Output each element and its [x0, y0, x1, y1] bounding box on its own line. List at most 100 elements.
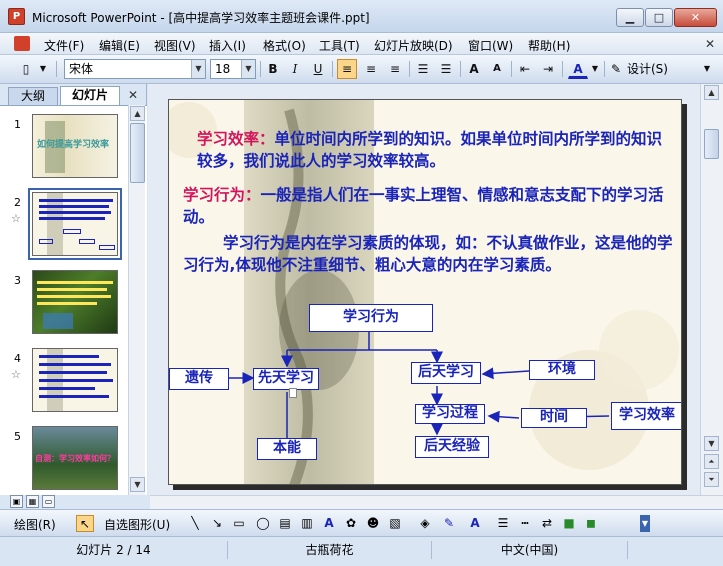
toolbar-options-icon[interactable]: ▼ — [36, 59, 50, 79]
scroll-thumb[interactable] — [704, 129, 719, 159]
chevron-down-icon[interactable]: ▼ — [589, 59, 601, 79]
normal-view-icon[interactable]: ▣ — [10, 495, 23, 508]
3d-icon[interactable]: ◼ — [582, 515, 600, 532]
slide-thumbnail[interactable] — [28, 188, 122, 260]
toolbar-options-icon[interactable]: ▼ — [700, 59, 714, 79]
diagram-box-process[interactable]: 学习过程 — [415, 404, 485, 424]
diagram-icon[interactable]: ✿ — [342, 515, 360, 532]
bold-icon[interactable]: B — [263, 59, 283, 79]
font-size-select[interactable]: 18 ▼ — [210, 59, 256, 79]
tab-slides[interactable]: 幻灯片 — [60, 86, 120, 105]
grow-font-icon[interactable]: A — [464, 59, 484, 79]
dash-style-icon[interactable]: ┅ — [516, 515, 534, 532]
scroll-up-icon[interactable]: ▲ — [704, 85, 719, 100]
shrink-font-icon[interactable]: A — [487, 59, 507, 79]
slide-thumbnail[interactable]: 自测：学习效率如何？ — [32, 426, 118, 490]
separator — [511, 61, 512, 77]
arrow-icon[interactable]: ↘ — [208, 515, 226, 532]
diagram-box-innate[interactable]: 先天学习 — [253, 368, 319, 390]
design-template-name: 古瓶荷花 — [228, 541, 432, 559]
diagram-box-behavior[interactable]: 学习行为 — [309, 304, 433, 332]
document-icon[interactable] — [14, 36, 30, 51]
clipart-icon[interactable]: ☻ — [364, 515, 382, 532]
minimize-button[interactable]: ▁ — [616, 8, 644, 27]
oval-icon[interactable]: ◯ — [254, 515, 272, 532]
menu-help[interactable]: 帮助(H) — [528, 37, 570, 54]
shadow-icon[interactable]: ■ — [560, 515, 578, 532]
fill-color-icon[interactable]: ◈ — [416, 515, 434, 532]
tab-outline[interactable]: 大纲 — [8, 87, 58, 105]
diagram-box-efficiency[interactable]: 学习效率 — [611, 402, 681, 430]
font-name-select[interactable]: 宋体 ▼ — [64, 59, 206, 79]
toolbar-options-icon[interactable]: ▼ — [640, 515, 650, 532]
slide-thumbnail[interactable] — [32, 270, 118, 334]
textbox-icon[interactable]: ▤ — [276, 515, 294, 532]
scroll-up-icon[interactable]: ▲ — [130, 106, 145, 121]
diagram-box-acquired[interactable]: 后天学习 — [411, 362, 481, 384]
menu-format[interactable]: 格式(O) — [263, 37, 306, 54]
diagram-box-experience[interactable]: 后天经验 — [415, 436, 489, 458]
diagram-box-instinct[interactable]: 本能 — [257, 438, 317, 460]
menu-file[interactable]: 文件(F) — [44, 37, 84, 54]
resize-handle[interactable] — [289, 388, 297, 398]
powerpoint-icon[interactable]: P — [8, 8, 25, 25]
chevron-down-icon[interactable]: ▼ — [191, 60, 205, 78]
chevron-down-icon[interactable]: ▼ — [241, 60, 255, 78]
menu-slideshow[interactable]: 幻灯片放映(D) — [374, 37, 453, 54]
thumbnail-scrollbar[interactable]: ▲ ▼ — [128, 105, 145, 495]
menu-edit[interactable]: 编辑(E) — [99, 37, 140, 54]
design-button[interactable]: ✎ 设计(S) — [609, 59, 668, 79]
align-right-icon[interactable]: ≡ — [385, 59, 405, 79]
menu-insert[interactable]: 插入(I) — [209, 37, 246, 54]
vertical-textbox-icon[interactable]: ▥ — [298, 515, 316, 532]
scroll-down-icon[interactable]: ▼ — [704, 436, 719, 451]
draw-menu-button[interactable]: 绘图(R) — [14, 516, 56, 533]
align-center-icon[interactable]: ≡ — [361, 59, 381, 79]
diagram-box-environment[interactable]: 环境 — [529, 360, 595, 380]
close-button[interactable]: ✕ — [674, 8, 717, 27]
thumbnail-box — [63, 229, 81, 234]
doc-close-icon[interactable]: ✕ — [705, 37, 715, 51]
autoshape-menu-button[interactable]: 自选图形(U) — [104, 516, 170, 533]
line-color-icon[interactable]: ✎ — [440, 515, 458, 532]
font-size-value: 18 — [215, 62, 231, 76]
wordart-icon[interactable]: A — [320, 515, 338, 532]
italic-icon[interactable]: I — [285, 59, 305, 79]
slide-scrollbar[interactable]: ▲ ▼ ⏶ ⏷ — [700, 84, 723, 495]
slide-canvas[interactable]: 学习效率：单位时间内所学到的知识。如果单位时间内所学到的知识较多，我们说此人的学… — [168, 99, 682, 485]
align-left-icon[interactable]: ≡ — [337, 59, 357, 79]
underline-icon[interactable]: U — [308, 59, 328, 79]
decrease-indent-icon[interactable]: ⇤ — [515, 59, 535, 79]
diagram-box-heredity[interactable]: 遗传 — [169, 368, 229, 390]
line-icon[interactable]: ╲ — [186, 515, 204, 532]
picture-icon[interactable]: ▧ — [386, 515, 404, 532]
slide-thumbnail[interactable]: 如何提高学习效率 — [32, 114, 118, 178]
bullet-list-icon[interactable]: ☰ — [436, 59, 456, 79]
increase-indent-icon[interactable]: ⇥ — [538, 59, 558, 79]
select-pointer-icon[interactable]: ↖ — [76, 515, 94, 532]
scroll-down-icon[interactable]: ▼ — [130, 477, 145, 492]
new-doc-icon[interactable]: ▯ — [16, 59, 36, 79]
font-color-icon[interactable]: A — [568, 59, 588, 79]
thumbnail-list: 1 如何提高学习效率 2 ☆ 3 4 ☆ 5 自测：学习效率如何？ — [0, 105, 147, 495]
menu-window[interactable]: 窗口(W) — [468, 37, 513, 54]
next-slide-icon[interactable]: ⏷ — [704, 472, 719, 487]
menu-view[interactable]: 视图(V) — [154, 37, 196, 54]
view-buttons: ▣ ▦ ▭ — [0, 495, 150, 509]
line-style-icon[interactable]: ☰ — [494, 515, 512, 532]
horizontal-scrollbar[interactable] — [150, 495, 723, 509]
slide-sorter-icon[interactable]: ▦ — [26, 495, 39, 508]
numbered-list-icon[interactable]: ☰ — [413, 59, 433, 79]
maximize-button[interactable]: □ — [645, 8, 673, 27]
slideshow-view-icon[interactable]: ▭ — [42, 495, 55, 508]
diagram-box-time[interactable]: 时间 — [521, 408, 587, 428]
font-color-icon[interactable]: A — [466, 515, 484, 532]
arrow-style-icon[interactable]: ⇄ — [538, 515, 556, 532]
slide-thumbnail[interactable] — [32, 348, 118, 412]
rectangle-icon[interactable]: ▭ — [230, 515, 248, 532]
thumbnail-line — [39, 355, 99, 358]
scroll-thumb[interactable] — [130, 123, 145, 183]
menu-tools[interactable]: 工具(T) — [319, 37, 360, 54]
close-pane-icon[interactable]: ✕ — [128, 88, 138, 102]
previous-slide-icon[interactable]: ⏶ — [704, 454, 719, 469]
